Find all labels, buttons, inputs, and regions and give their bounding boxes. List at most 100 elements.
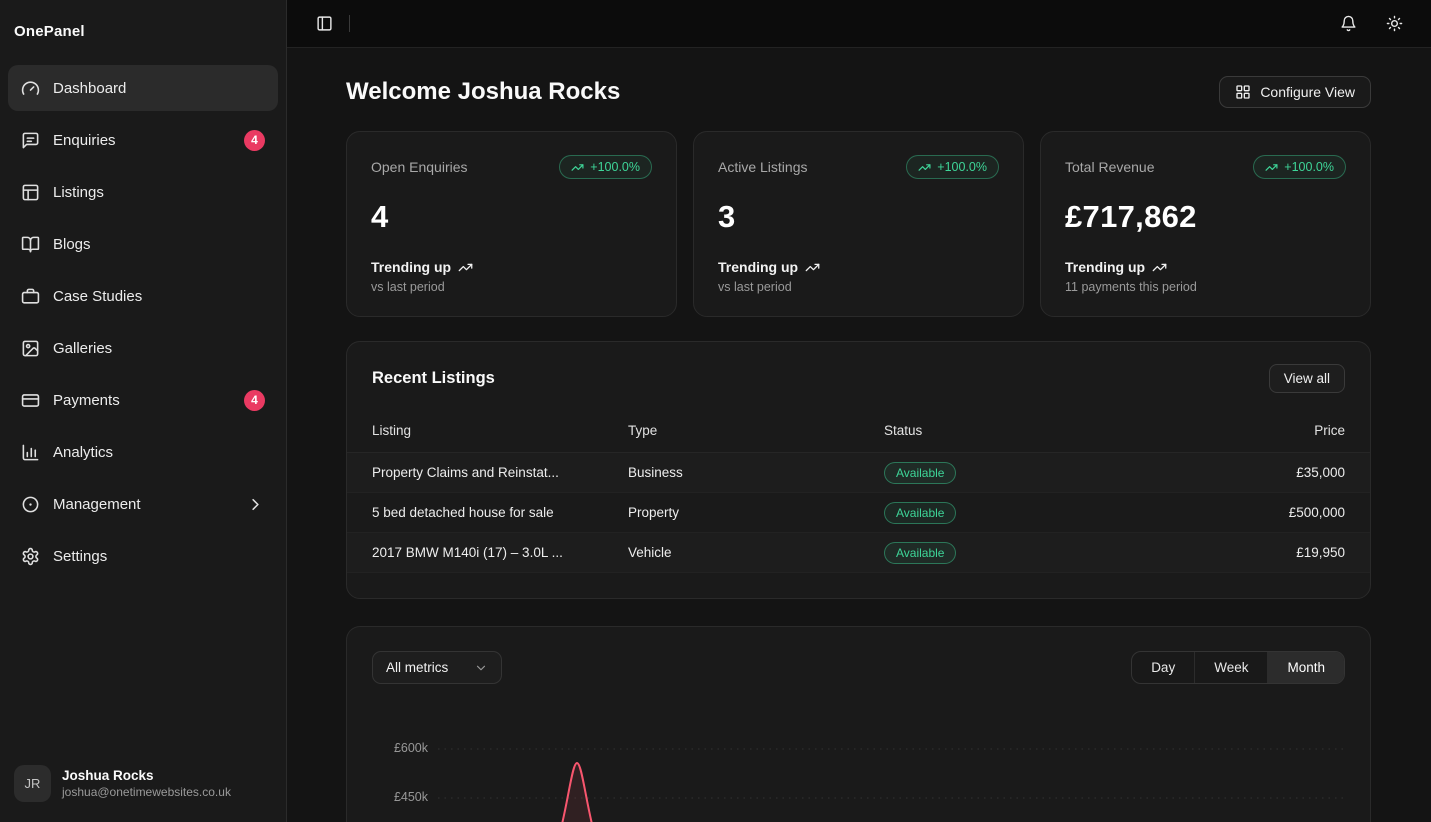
stat-label: Active Listings bbox=[718, 159, 807, 175]
column-header-price: Price bbox=[1215, 423, 1345, 438]
stat-card-active-listings: Active Listings +100.0% 3 Trending up vs… bbox=[693, 131, 1024, 317]
gauge-icon bbox=[21, 79, 40, 98]
sidebar-item-label: Case Studies bbox=[53, 288, 142, 305]
chevron-right-icon bbox=[246, 495, 265, 514]
cell-price: £19,950 bbox=[1215, 545, 1345, 560]
table-row[interactable]: 2017 BMW M140i (17) – 3.0L ... Vehicle A… bbox=[347, 533, 1370, 573]
listings-table-body: Property Claims and Reinstat... Business… bbox=[347, 453, 1370, 573]
listings-table-header: Listing Type Status Price bbox=[347, 409, 1370, 453]
stat-trend: Trending up bbox=[371, 259, 652, 275]
stat-value: 4 bbox=[371, 199, 652, 235]
sidebar-item-label: Listings bbox=[53, 184, 104, 201]
bar-chart-icon bbox=[21, 443, 40, 462]
range-week-button[interactable]: Week bbox=[1194, 652, 1267, 683]
sidebar-item-payments[interactable]: Payments 4 bbox=[8, 377, 278, 423]
avatar: JR bbox=[14, 765, 51, 802]
sidebar-item-management[interactable]: Management bbox=[8, 481, 278, 527]
topbar bbox=[287, 0, 1431, 48]
trend-badge: +100.0% bbox=[906, 155, 999, 179]
enquiries-count-badge: 4 bbox=[244, 130, 265, 151]
column-header-listing: Listing bbox=[372, 423, 628, 438]
sidebar-item-enquiries[interactable]: Enquiries 4 bbox=[8, 117, 278, 163]
stat-label: Open Enquiries bbox=[371, 159, 468, 175]
panel-left-icon bbox=[316, 15, 333, 32]
sidebar-item-label: Dashboard bbox=[53, 80, 126, 97]
trend-badge: +100.0% bbox=[559, 155, 652, 179]
table-row[interactable]: Property Claims and Reinstat... Business… bbox=[347, 453, 1370, 493]
cell-price: £500,000 bbox=[1215, 505, 1345, 520]
table-row[interactable]: 5 bed detached house for sale Property A… bbox=[347, 493, 1370, 533]
stat-trend: Trending up bbox=[718, 259, 999, 275]
stat-value: 3 bbox=[718, 199, 999, 235]
status-badge: Available bbox=[884, 462, 956, 484]
cell-type: Vehicle bbox=[628, 545, 884, 560]
notifications-button[interactable] bbox=[1333, 9, 1363, 39]
stat-subtext: 11 payments this period bbox=[1065, 280, 1346, 294]
column-header-status: Status bbox=[884, 423, 1215, 438]
sidebar-item-label: Settings bbox=[53, 548, 107, 565]
sidebar-item-blogs[interactable]: Blogs bbox=[8, 221, 278, 267]
trending-up-icon bbox=[1265, 161, 1278, 174]
cell-listing: Property Claims and Reinstat... bbox=[372, 465, 628, 480]
sun-icon bbox=[1386, 15, 1403, 32]
stat-card-total-revenue: Total Revenue +100.0% £717,862 Trending … bbox=[1040, 131, 1371, 317]
cell-listing: 5 bed detached house for sale bbox=[372, 505, 628, 520]
theme-toggle-button[interactable] bbox=[1379, 9, 1409, 39]
trending-up-icon bbox=[458, 260, 473, 275]
stat-label: Total Revenue bbox=[1065, 159, 1155, 175]
range-month-button[interactable]: Month bbox=[1267, 652, 1344, 683]
trending-up-icon bbox=[1152, 260, 1167, 275]
topbar-divider bbox=[349, 15, 350, 32]
user-email: joshua@onetimewebsites.co.uk bbox=[62, 785, 231, 799]
range-segmented-control: Day Week Month bbox=[1131, 651, 1345, 684]
stats-row: Open Enquiries +100.0% 4 Trending up vs … bbox=[346, 131, 1371, 317]
sidebar-toggle-button[interactable] bbox=[309, 9, 339, 39]
table-icon bbox=[21, 183, 40, 202]
status-badge: Available bbox=[884, 502, 956, 524]
metrics-chart-card: All metrics Day Week Month £600k £450k bbox=[346, 626, 1371, 822]
message-icon bbox=[21, 131, 40, 150]
user-name: Joshua Rocks bbox=[62, 768, 231, 783]
sidebar-item-listings[interactable]: Listings bbox=[8, 169, 278, 215]
layout-grid-icon bbox=[1235, 84, 1251, 100]
sidebar-item-label: Blogs bbox=[53, 236, 91, 253]
sidebar-item-label: Management bbox=[53, 496, 141, 513]
bell-icon bbox=[1340, 15, 1357, 32]
page-title: Welcome Joshua Rocks bbox=[346, 78, 620, 106]
range-day-button[interactable]: Day bbox=[1132, 652, 1194, 683]
sidebar-nav: Dashboard Enquiries 4 Listings Blogs Cas… bbox=[0, 56, 286, 751]
cell-listing: 2017 BMW M140i (17) – 3.0L ... bbox=[372, 545, 628, 560]
cell-type: Property bbox=[628, 505, 884, 520]
recent-listings-title: Recent Listings bbox=[372, 369, 495, 388]
configure-view-button[interactable]: Configure View bbox=[1219, 76, 1371, 108]
sidebar-item-case-studies[interactable]: Case Studies bbox=[8, 273, 278, 319]
sidebar-item-galleries[interactable]: Galleries bbox=[8, 325, 278, 371]
sidebar-item-label: Enquiries bbox=[53, 132, 116, 149]
status-badge: Available bbox=[884, 542, 956, 564]
chevron-down-icon bbox=[474, 661, 488, 675]
revenue-chart: £600k £450k bbox=[372, 701, 1345, 822]
sidebar-item-label: Payments bbox=[53, 392, 120, 409]
recent-listings-card: Recent Listings View all Listing Type St… bbox=[346, 341, 1371, 599]
sidebar-item-analytics[interactable]: Analytics bbox=[8, 429, 278, 475]
stat-trend: Trending up bbox=[1065, 259, 1346, 275]
sidebar-item-dashboard[interactable]: Dashboard bbox=[8, 65, 278, 111]
view-all-button[interactable]: View all bbox=[1269, 364, 1345, 393]
payments-count-badge: 4 bbox=[244, 390, 265, 411]
trending-up-icon bbox=[805, 260, 820, 275]
sidebar-item-label: Analytics bbox=[53, 444, 113, 461]
stat-value: £717,862 bbox=[1065, 199, 1346, 235]
main-content: Welcome Joshua Rocks Configure View Open… bbox=[287, 48, 1431, 822]
brand-logo: OnePanel bbox=[0, 0, 286, 56]
chart-canvas bbox=[372, 701, 1347, 822]
user-profile[interactable]: JR Joshua Rocks joshua@onetimewebsites.c… bbox=[0, 751, 286, 822]
stat-subtext: vs last period bbox=[718, 280, 999, 294]
gear-icon bbox=[21, 547, 40, 566]
metric-select-dropdown[interactable]: All metrics bbox=[372, 651, 502, 684]
briefcase-icon bbox=[21, 287, 40, 306]
column-header-type: Type bbox=[628, 423, 884, 438]
sidebar-item-label: Galleries bbox=[53, 340, 112, 357]
sidebar-item-settings[interactable]: Settings bbox=[8, 533, 278, 579]
image-icon bbox=[21, 339, 40, 358]
cell-type: Business bbox=[628, 465, 884, 480]
